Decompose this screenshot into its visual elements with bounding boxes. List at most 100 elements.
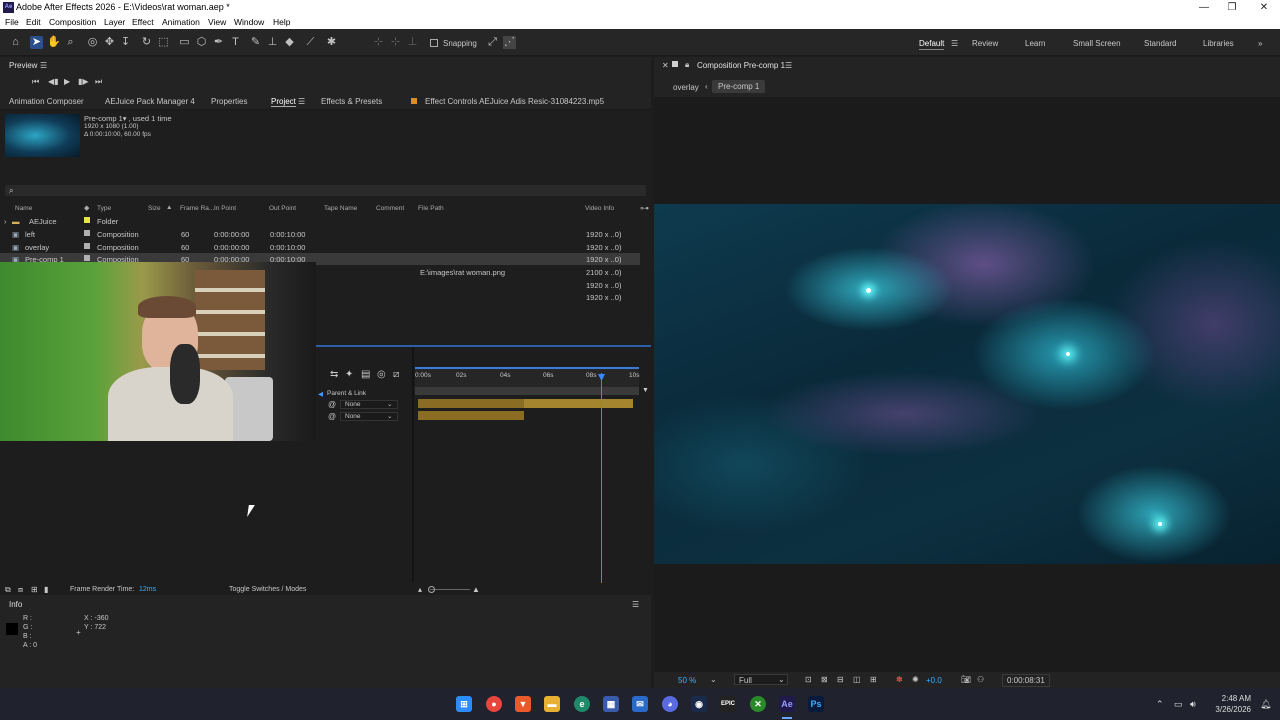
comp-menu-icon[interactable]: ☰ [785,61,792,70]
tab-aejuice-pack-manager[interactable]: AEJuice Pack Manager 4 [105,97,195,106]
column-tape-name[interactable]: Tape Name [324,205,357,212]
tab-properties[interactable]: Properties [211,97,247,106]
project-menu-icon[interactable]: ☰ [298,97,305,106]
restore-icon[interactable]: ❐ [1216,0,1248,15]
dolly-camera-icon[interactable]: ↧ [119,36,132,49]
last-frame-icon[interactable]: ⏭ [95,77,102,87]
tab-effect-controls[interactable]: Effect Controls AEJuice Adis Resic-31084… [425,97,604,106]
hand-tool-icon[interactable]: ✋ [47,36,61,49]
tab-effects-presets[interactable]: Effects & Presets [321,97,382,106]
menu-composition[interactable]: Composition [49,17,96,27]
home-icon[interactable]: ⌂ [9,36,22,49]
snap-grid-icon[interactable]: ⋰ [503,36,516,49]
zoom-slider-handle[interactable] [428,586,435,593]
graph-editor-icon[interactable]: ⧄ [393,369,399,380]
workspace-review[interactable]: Review [972,39,998,48]
after-effects-taskbar-icon[interactable]: Ae [779,696,795,712]
exposure-value[interactable]: +0.0 [926,676,942,685]
fast-previews-icon[interactable]: ⊡ [805,675,812,684]
comp-tab-title[interactable]: Composition Pre-comp 1 [697,61,785,70]
notifications-icon[interactable]: 🔔︎ [1260,699,1271,710]
close-tab-icon[interactable]: ✕ [662,61,669,70]
zoom-in-icon[interactable]: ▲ [472,585,480,594]
zoom-chevron-down-icon[interactable]: ⌄ [710,675,717,684]
motion-blur-icon[interactable]: ◎ [377,369,386,380]
selection-tool-icon[interactable]: ➤ [30,36,43,49]
snapshot-camera-icon[interactable]: 📷︎ [961,675,971,684]
pan-behind-tool-icon[interactable]: ⬚ [157,36,170,49]
microsoft-store-icon[interactable]: ▦ [603,696,619,712]
breadcrumb-parent[interactable]: overlay [673,83,699,92]
menu-window[interactable]: Window [234,17,264,27]
clock-time[interactable]: 2:48 AM [1211,694,1251,703]
play-icon[interactable]: ▶ [64,77,70,86]
file-explorer-icon[interactable]: ▬ [544,696,560,712]
column-comment[interactable]: Comment [376,205,404,212]
label-color-swatch[interactable] [84,255,90,261]
layer-bar-selected-range[interactable] [524,399,633,408]
workspace-overflow-icon[interactable]: » [1258,39,1262,48]
start-menu-icon[interactable]: ⊞ [456,696,472,712]
column-file-path[interactable]: File Path [418,205,444,212]
chrome-icon[interactable]: ● [486,696,502,712]
zoom-level[interactable]: 50 % [678,676,696,685]
rectangle-tool-icon[interactable]: ▭ [178,36,191,49]
menu-animation[interactable]: Animation [162,17,200,27]
show-snapshot-icon[interactable]: ⚇ [977,675,984,684]
outlook-icon[interactable]: ✉ [632,696,648,712]
menu-help[interactable]: Help [273,17,290,27]
workspace-learn[interactable]: Learn [1025,39,1045,48]
snap-options-icon[interactable]: ⤢ [486,36,499,49]
expand-arrow-icon[interactable]: › [4,217,7,226]
workspace-menu-icon[interactable]: ☰ [951,39,958,48]
clock-date[interactable]: 3/26/2026 [1211,705,1251,714]
color-channels-icon[interactable]: ✽ [896,675,903,684]
pickwhip-icon[interactable]: @ [328,400,336,409]
transparency-grid-icon[interactable]: ⊠ [821,675,828,684]
column-type[interactable]: Type [97,205,111,212]
info-menu-icon[interactable]: ☰ [632,600,639,609]
menu-edit[interactable]: Edit [26,17,41,27]
comp-bar[interactable] [415,387,639,395]
project-row[interactable]: ▣ left Composition 60 0:00:00:00 0:00:10… [0,228,640,240]
roto-brush-tool-icon[interactable]: ⟋ [304,36,317,49]
work-area-bar[interactable] [415,367,639,369]
edge-icon[interactable]: e [574,696,590,712]
column-in-point[interactable]: In Point [214,205,236,212]
current-timecode[interactable]: 0:00:08:31 [1002,674,1050,687]
brush-tool-icon[interactable]: ✎ [249,36,262,49]
brave-icon[interactable]: ▼ [515,696,531,712]
tab-animation-composer[interactable]: Animation Composer [9,97,84,106]
project-row[interactable]: ▣ overlay Composition 60 0:00:00:00 0:00… [0,241,640,253]
volume-icon[interactable]: 🔊︎ [1190,699,1196,710]
breadcrumb-current[interactable]: Pre-comp 1 [712,80,766,93]
time-ruler[interactable]: 0:00s 02s 04s 06s 08s 10s [415,367,639,387]
pan-camera-icon[interactable]: ✥ [103,36,116,49]
mask-visibility-icon[interactable]: ⊟ [837,675,844,684]
label-column-icon[interactable]: ◆ [84,204,89,212]
tab-project[interactable]: Project [271,97,296,107]
label-color-swatch[interactable] [84,230,90,236]
pen-tool-icon[interactable]: ✒ [212,36,225,49]
guides-icon[interactable]: ⊞ [870,675,877,684]
workspace-default[interactable]: Default [919,39,945,50]
menu-file[interactable]: File [5,17,19,27]
preview-menu-icon[interactable]: ☰ [40,61,47,70]
network-icon[interactable]: ▭ [1174,699,1183,710]
zoom-out-icon[interactable]: ▴ [418,585,422,594]
workspace-standard[interactable]: Standard [1144,39,1176,48]
column-name[interactable]: Name [15,205,32,212]
menu-effect[interactable]: Effect [132,17,154,27]
menu-view[interactable]: View [208,17,226,27]
flowchart-icon[interactable]: ⊶ [640,203,649,214]
prev-frame-icon[interactable]: ◀▮ [48,77,59,86]
clone-stamp-tool-icon[interactable]: ⊥ [266,36,279,49]
workspace-libraries[interactable]: Libraries [1203,39,1234,48]
label-color-swatch[interactable] [84,217,90,223]
pickwhip-icon[interactable]: @ [328,412,336,421]
orbit-camera-icon[interactable]: ◎ [86,36,99,49]
in-out-icon[interactable]: ⊞ [31,585,38,594]
rotation-tool-icon[interactable]: ↻ [140,36,153,49]
zoom-tool-icon[interactable]: ⌕ [64,36,77,49]
shape-3d-tool-icon[interactable]: ⬡ [195,36,208,49]
